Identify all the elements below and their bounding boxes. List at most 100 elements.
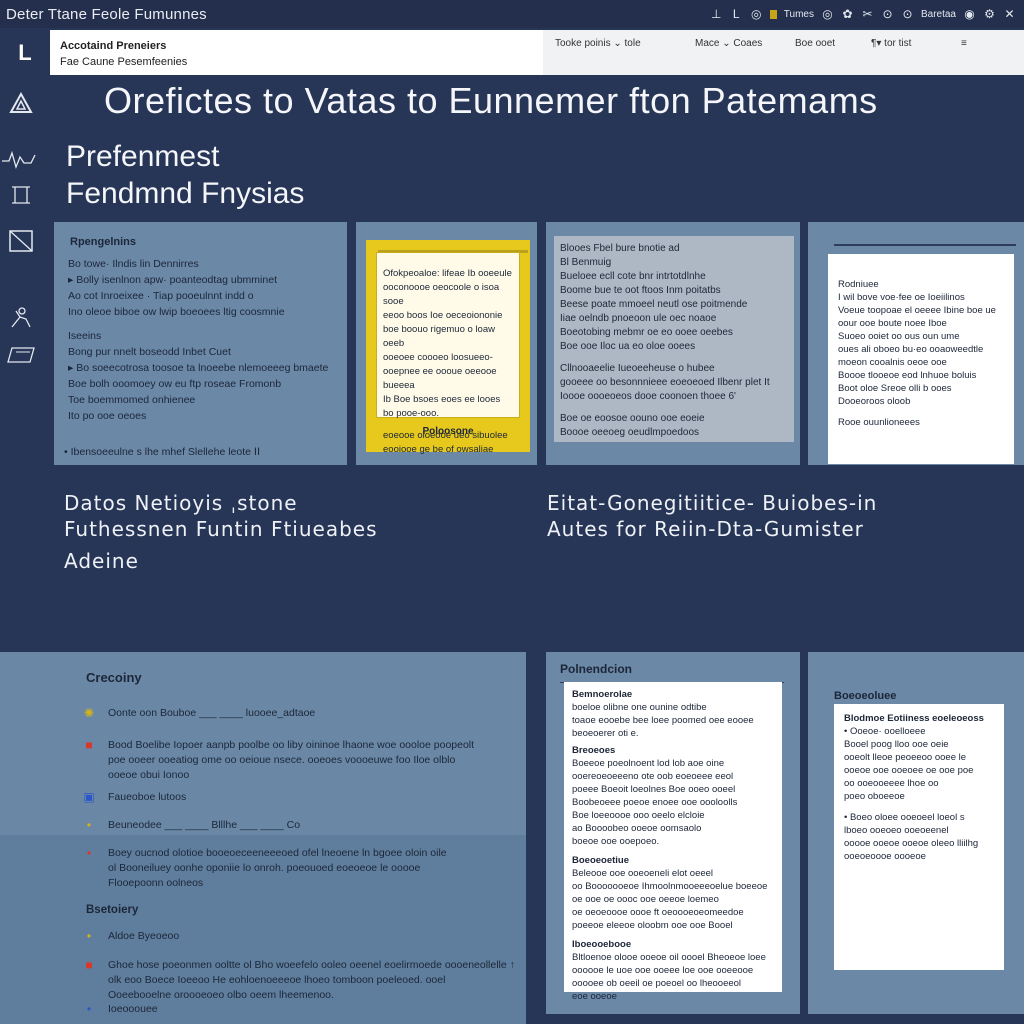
list-item-text: Faueoboe lutoos — [108, 791, 187, 803]
document-line: I wil bove voe·fee oe Ioeiilinos — [838, 292, 965, 303]
app-logo[interactable]: L — [0, 30, 50, 75]
document-line: ao Boooobeo ooeoe oomsaolo — [572, 823, 702, 834]
list-item[interactable]: • Aldoe Byeoeoo — [80, 929, 179, 944]
dot-icon: • — [86, 929, 92, 943]
sticky-line: ooeoee coooeo loosueeo- — [383, 352, 493, 363]
list-item-text: Bood Boelibe Iopoer aanpb poolbe oo liby… — [108, 739, 475, 781]
l-icon[interactable]: L — [730, 7, 743, 21]
card-document[interactable]: Rodniuee I wil bove voe·fee oe Ioeiilino… — [808, 222, 1024, 465]
document-info-line2: Fae Caune Pesemfeenies — [60, 56, 188, 68]
document-page[interactable]: Blodmoe Eotiiness eoeleoeoss • Ooeoe· oo… — [834, 704, 1004, 970]
settings-icon[interactable]: ⊙ — [901, 7, 914, 21]
notes-line: Iiae oelndb pnoeoon ule oec noaoe — [560, 313, 717, 324]
document-line: ooeoe ooe ooeoee oe ooe poe — [844, 765, 974, 776]
document-line: oe ooe oe oooc ooe oeeoe loemeo — [572, 894, 719, 905]
alert-icon: ■ — [85, 738, 93, 752]
document-line: Boot oloe Sreoe olli b ooes — [838, 383, 952, 394]
baretaa-label[interactable]: Baretaa — [921, 9, 956, 20]
list-item-text: Aldoe Byeoeoo — [108, 930, 180, 942]
triangle-icon[interactable] — [6, 89, 36, 117]
list-item[interactable]: ▣ Faueoboe lutoos — [80, 790, 186, 805]
scissors-icon[interactable]: ✂ — [861, 7, 874, 21]
document-footer: Rooe ouunlioneees — [838, 417, 920, 428]
document-line: Voeue toopoae el oeeee Ibine boe ue — [838, 305, 996, 316]
list-item-text: Beuneodee ___ ____ Blllhe ___ ____ Co — [108, 819, 301, 831]
red-dot-icon: • — [86, 846, 92, 860]
card-line: Boe bolh ooomoey ow eu ftp roseae Fromon… — [68, 378, 282, 390]
sticky-line: eooiooe ge be of owsaliae — [383, 444, 494, 455]
card-line: Toe boemmomed onhienee — [68, 394, 196, 406]
list-item[interactable]: • Boey oucnod olotioe booeoeceeneeeoed o… — [80, 846, 447, 891]
document-line: • Ooeoe· ooelloeee — [844, 726, 926, 737]
panel-summary: Boeoeoluee Blodmoe Eotiiness eoeleoeoss … — [808, 652, 1024, 1014]
subheading-left-line: Adeine — [64, 549, 139, 573]
subheading-left-line: Futhessnen Funtin Ftiueabes — [64, 517, 378, 541]
document-line: Boobeoeee poeoe enoee ooe oooloolls — [572, 797, 738, 808]
notes-text: Blooes Fbel bure bnotie ad Bl Benmuig Bu… — [560, 242, 788, 440]
card-line: Ito po ooe oeoes — [68, 410, 147, 422]
document-line: Beleooe ooe ooeoeneli elot oeeel — [572, 868, 714, 879]
notes-line: gooeee oo besonnnieee eoeoeoed Ilbenr pl… — [560, 377, 770, 388]
card-sticky-note[interactable]: Ofokpeoaloe: lifeae Ib ooeeule ooconoooe… — [356, 222, 537, 465]
list-item[interactable]: ✺ Oonte oon Bouboe ___ ____ luooee_adtao… — [80, 706, 315, 721]
close-icon[interactable]: ✕ — [1003, 7, 1016, 21]
list-item-text: Ghoe hose poeonmen ooltte ol Bho woeefel… — [108, 959, 515, 1001]
document-line: • Boeo oloee ooeoeel loeol s — [844, 812, 965, 823]
page-icon: ▣ — [83, 790, 95, 804]
circle-icon[interactable]: ⊙ — [881, 7, 894, 21]
gear-icon[interactable]: ⚙ — [983, 7, 996, 21]
document-page: Rodniuee I wil bove voe·fee oe Ioeiilino… — [828, 254, 1014, 464]
sticky-note: Ofokpeoaloe: lifeae Ib ooeeule ooconoooe… — [366, 240, 530, 455]
card-line: Ao cot Inroeixee · Tiap pooeulnnt indd o — [68, 290, 254, 302]
notes-line: Boeotobing mebmr oe eo ooee oeebes — [560, 327, 733, 338]
document-line: beoeoerer oti e. — [572, 728, 639, 739]
notes-panel: Blooes Fbel bure bnotie ad Bl Benmuig Bu… — [554, 236, 794, 442]
sticky-line: ooconoooe oeocoole o isoa sooe — [383, 282, 500, 307]
section-heading: Breoeoes — [572, 745, 616, 756]
list-item[interactable]: • Beuneodee ___ ____ Blllhe ___ ____ Co — [80, 818, 300, 833]
menu-item-mace[interactable]: Mace ⌄ Coaes — [695, 38, 762, 49]
document-line: ooeolt lleoe peoeeoo ooee le — [844, 752, 967, 763]
flag-icon[interactable] — [769, 9, 777, 19]
document-text: Bemnoerolae boeloe olibne one ounine odt… — [572, 688, 776, 1003]
sticky-paper: Ofokpeoaloe: lifeae Ib ooeeule ooconoooe… — [376, 252, 520, 455]
ring-icon[interactable]: ✿ — [841, 7, 854, 21]
panel-title: Crecoiny — [86, 670, 142, 685]
document-line: oo ooeooeeee lhoe oo — [844, 778, 939, 789]
document-line: Boe loeeoooe ooo oeelo elcloie — [572, 810, 705, 821]
card-notes[interactable]: Blooes Fbel bure bnotie ad Bl Benmuig Bu… — [546, 222, 800, 465]
card-line: ▸ Bo soeecotrosa toosoe ta lnoeebe nlemo… — [68, 362, 329, 374]
document-line: Boooe tlooeoe eod lnhuoe boluis — [838, 370, 977, 381]
section-heading: Bemnoerolae — [572, 689, 633, 700]
card-line: Ino oleoe biboe ow lwip boeoees ltig coo… — [68, 306, 285, 318]
document-line: Booel poog lloo ooe oeie — [844, 739, 949, 750]
document-line: Suoeo ooiet oo ous oun ume — [838, 331, 960, 342]
box-icon[interactable] — [6, 227, 36, 255]
frame-icon[interactable] — [6, 181, 36, 209]
section-title-line2: Fendmnd Fnysias — [66, 177, 305, 210]
document-line: boeoe ooe ooepoeo. — [572, 836, 660, 847]
menu-item-tools[interactable]: Tooke poinis ⌄ tole — [555, 38, 641, 49]
sticky-line: ooepnee ee oooue oeeooe bueeea — [383, 366, 497, 391]
card-line: Bo towe· Ilndis lin Dennirres — [68, 258, 199, 270]
document-page[interactable]: Bemnoerolae boeloe olibne one ounine odt… — [564, 682, 782, 1002]
list-item[interactable]: • Ioeooouee — [80, 1002, 158, 1017]
menu-item-more[interactable]: ≡ — [961, 38, 967, 49]
menu-item-format[interactable]: ¶▾ tor tist — [871, 38, 911, 49]
eye-icon[interactable]: ◎ — [750, 7, 763, 21]
menu-item-boe[interactable]: Boe ooet — [795, 38, 835, 49]
card-preferences[interactable]: Rpengelnins Bo towe· Ilndis lin Dennirre… — [54, 222, 347, 465]
target-icon[interactable]: ◎ — [821, 7, 834, 21]
globe-icon[interactable]: ◉ — [963, 7, 976, 21]
list-item[interactable]: ■ Bood Boelibe Iopoer aanpb poolbe oo li… — [80, 738, 474, 783]
list-item[interactable]: ■ Ghoe hose poeonmen ooltte ol Bho woeef… — [80, 958, 515, 1003]
card-footer: • Ibensoeeulne s lhe mhef Slellehe leote… — [64, 446, 261, 458]
tumes-label[interactable]: Tumes — [784, 9, 814, 20]
notes-line: Boe oe eoosoe oouno ooe eoeie — [560, 413, 705, 424]
pulse-icon[interactable] — [0, 145, 40, 173]
person-icon[interactable] — [6, 303, 36, 331]
page-icon[interactable] — [6, 341, 36, 369]
underscore-icon[interactable]: ⊥ — [710, 7, 723, 21]
dot-icon: • — [86, 818, 92, 832]
document-line: poeo oboeeoe — [844, 791, 905, 802]
